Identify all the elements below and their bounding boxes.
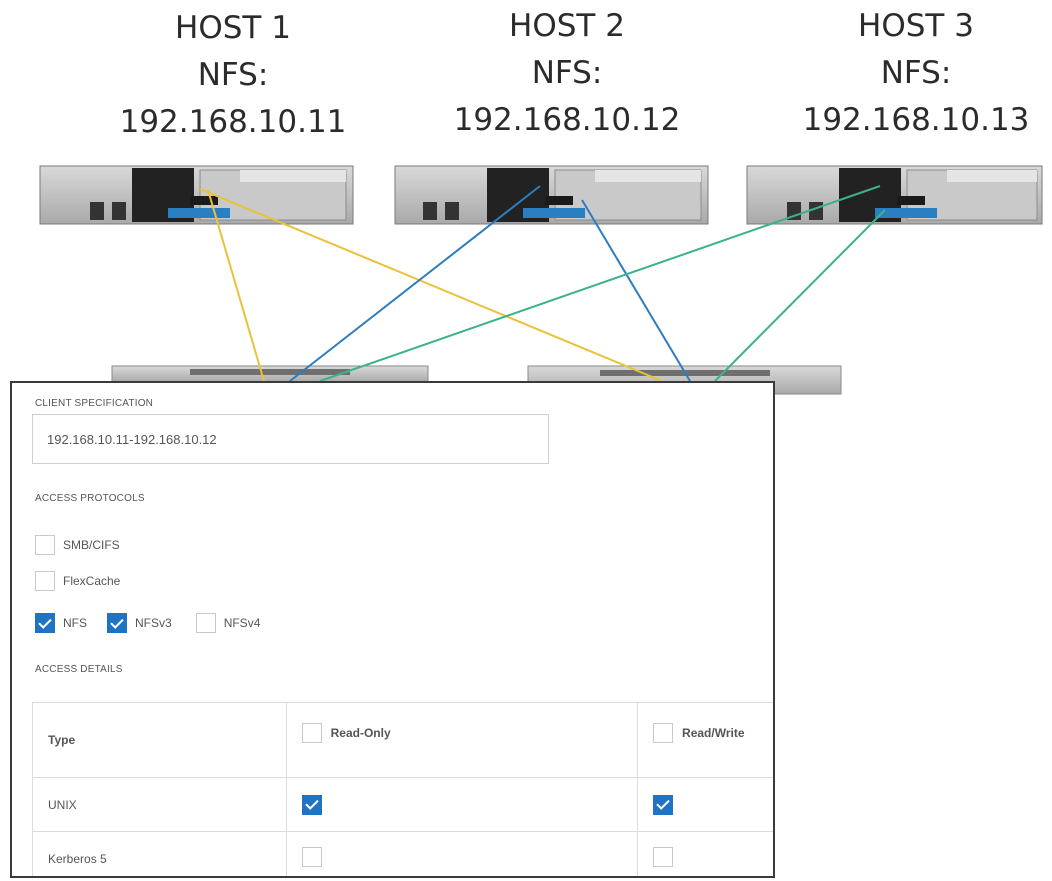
power-socket-icon [423,202,437,220]
flexcache-checkbox[interactable] [35,571,55,591]
access-details-title: ACCESS DETAILS [35,664,123,675]
read-write-column-header: Read/Write [637,702,773,778]
kerberos5-read-only-checkbox[interactable] [301,847,322,867]
export-rule-panel: CLIENT SPECIFICATION ACCESS PROTOCOLS SM… [10,381,775,878]
host-2-server [394,165,709,225]
auth-type-cell: Kerberos 5 [32,831,287,876]
power-socket-icon [90,202,104,220]
type-column-header: Type [32,702,287,778]
nfsv3-label: NFSv3 [135,616,172,630]
table-row: Kerberos 5 [32,831,773,876]
nfs-protocol-row: NFS NFSv3 NFSv4 [35,613,260,633]
read-write-cell [637,831,773,876]
power-socket-icon [445,202,459,220]
host-1-server [39,165,354,225]
table-header-row: Type Read-Only Read/Write [32,702,773,778]
table-row: UNIX [32,777,773,832]
nfs-checkbox[interactable] [35,613,55,633]
host-3-server [746,165,1043,225]
read-write-cell [637,777,773,832]
smb-cifs-checkbox[interactable] [35,535,55,555]
flexcache-option[interactable]: FlexCache [35,571,120,591]
unix-read-only-checkbox[interactable] [301,794,322,815]
read-write-header-label: Read/Write [682,726,745,740]
read-only-header-label: Read-Only [330,726,391,740]
kerberos5-read-write-checkbox[interactable] [653,847,674,867]
read-only-cell [285,777,639,832]
unix-read-write-checkbox[interactable] [653,794,674,815]
client-specification-title: CLIENT SPECIFICATION [35,398,154,409]
nfsv4-label: NFSv4 [223,616,261,630]
nfsv3-checkbox[interactable] [107,613,127,633]
switch-a [111,365,429,383]
read-only-select-all-checkbox[interactable] [301,723,322,743]
nfs-label: NFS [63,616,87,630]
access-protocols-title: ACCESS PROTOCOLS [35,493,145,504]
auth-type-cell: UNIX [32,777,287,832]
read-write-select-all-checkbox[interactable] [653,723,674,743]
client-specification-input[interactable] [32,414,549,464]
cable-host3-switch-b [714,209,886,382]
access-details-table: Type Read-Only Read/Write UNIX Kerberos … [32,702,773,876]
read-only-cell [285,831,639,876]
smb-cifs-option[interactable]: SMB/CIFS [35,535,120,555]
read-only-column-header: Read-Only [285,702,639,778]
flexcache-label: FlexCache [63,574,121,588]
nfsv4-checkbox[interactable] [195,613,216,633]
power-socket-icon [112,202,126,220]
smb-cifs-label: SMB/CIFS [63,538,120,552]
